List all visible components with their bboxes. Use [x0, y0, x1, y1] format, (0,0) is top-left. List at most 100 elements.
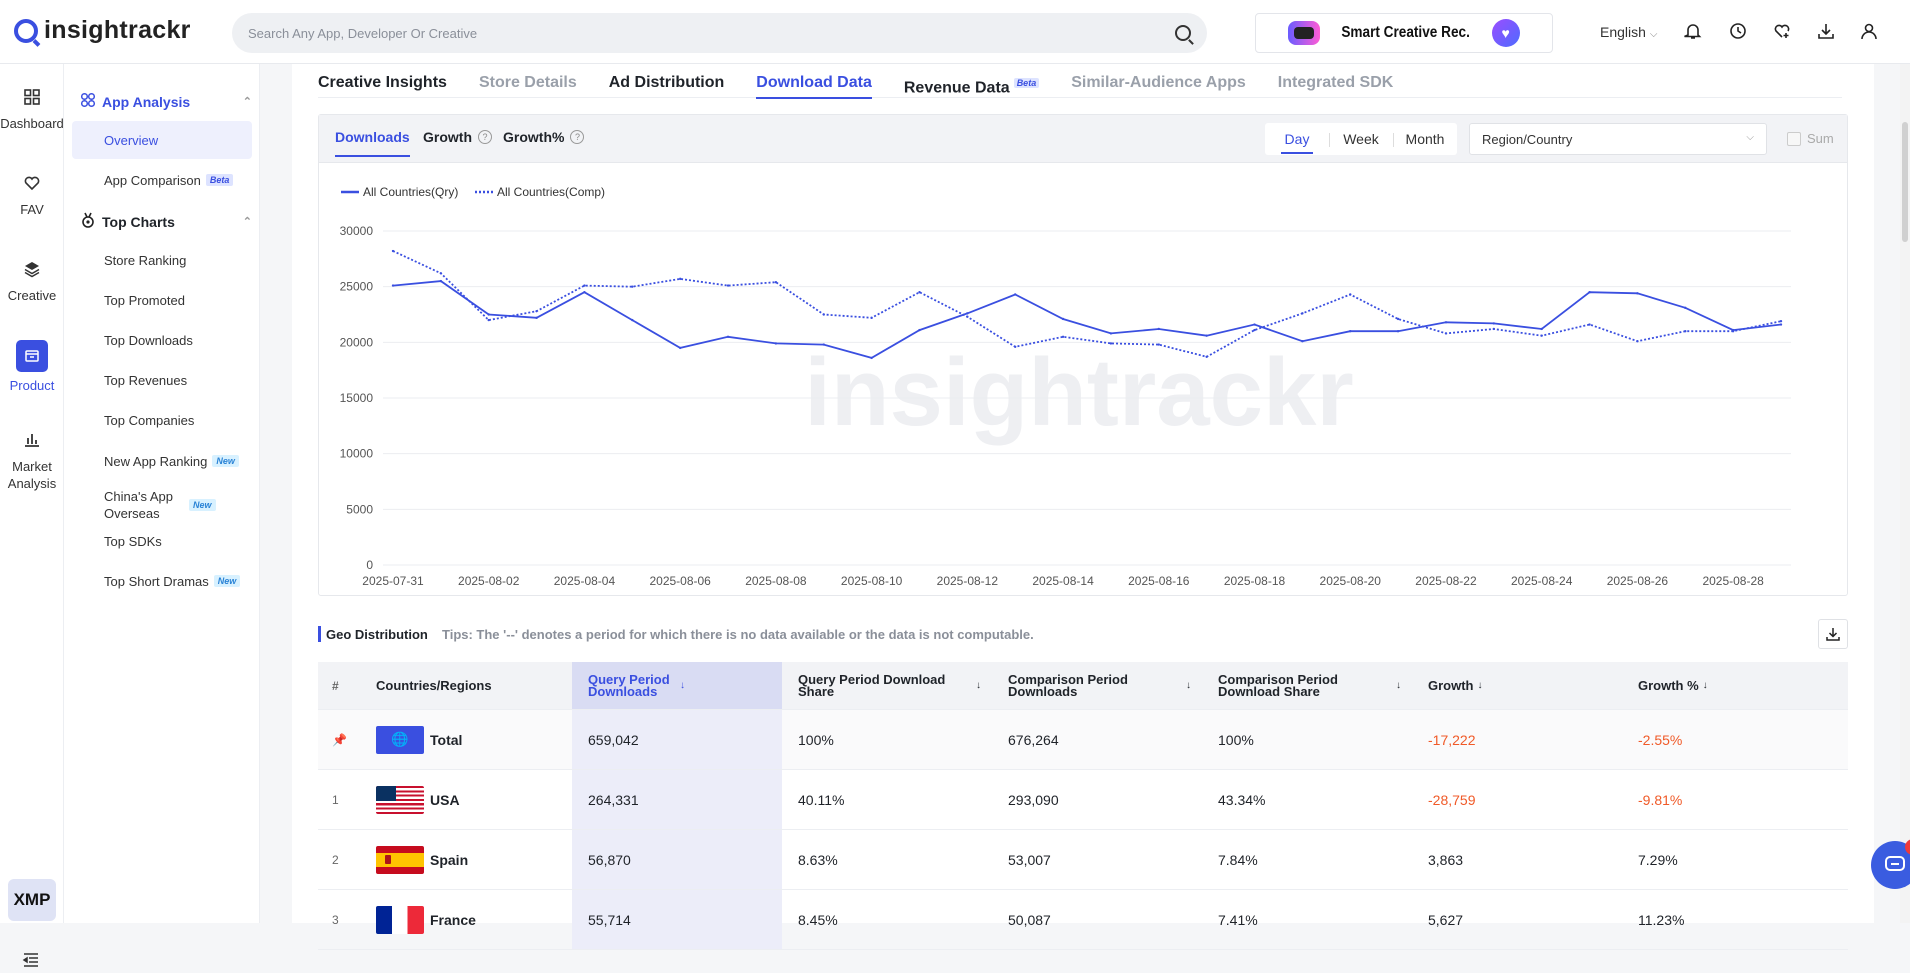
cell-growth: 3,863: [1428, 851, 1464, 868]
rail-fav[interactable]: FAV: [0, 170, 64, 217]
help-icon[interactable]: ?: [570, 130, 585, 144]
x-tick-label: 2025-08-10: [841, 574, 903, 588]
product-icon: [16, 340, 48, 372]
medal-icon: [80, 212, 96, 231]
bell-icon[interactable]: [1682, 20, 1704, 42]
smart-creative-rec-button[interactable]: Smart Creative Rec. ♥: [1255, 13, 1553, 53]
rail-dashboard[interactable]: Dashboard: [0, 84, 64, 131]
sum-checkbox[interactable]: Sum: [1787, 131, 1834, 146]
sort-icon[interactable]: ↓: [1703, 680, 1708, 692]
chart-tab-growth[interactable]: Growth?: [423, 129, 492, 145]
data-point-query: [966, 312, 969, 315]
chart-tab-growth-pct[interactable]: Growth%?: [503, 129, 585, 145]
cell-query-downloads: 56,870: [572, 830, 782, 889]
country-name: France: [430, 911, 476, 928]
help-icon[interactable]: ?: [478, 130, 492, 144]
sort-icon[interactable]: ↓: [1478, 680, 1483, 692]
beta-badge: Beta: [205, 174, 234, 186]
data-point-query: [822, 343, 825, 346]
period-day-button[interactable]: Day: [1265, 131, 1329, 154]
table-row[interactable]: 2 Spain 56,870 8.63% 53,007 7.84% 3,863 7.29%: [318, 830, 1848, 890]
nav-item-new-app-ranking[interactable]: New App Ranking New: [72, 442, 252, 480]
x-tick-label: 2025-08-04: [554, 574, 616, 588]
tab-similar-audience-apps[interactable]: Similar-Audience Apps: [1071, 64, 1246, 98]
nav-group-app-analysis[interactable]: App Analysis ⌃: [80, 92, 252, 111]
tab-download-data[interactable]: Download Data: [756, 64, 872, 99]
col-header-query-downloads[interactable]: Query Period Downloads ↓: [572, 662, 782, 709]
data-point-comparison: [1157, 343, 1160, 346]
table-row[interactable]: 📌 🌐 Total 659,042 100% 676,264 100% -17,222 -2.5…: [318, 710, 1848, 770]
period-week-button[interactable]: Week: [1329, 131, 1393, 147]
sort-icon[interactable]: ↓: [680, 680, 685, 692]
tab-revenue-data[interactable]: Revenue Data Beta: [904, 64, 1040, 98]
user-icon[interactable]: [1858, 20, 1880, 42]
y-tick-label: 25000: [340, 280, 374, 294]
nav-item-top-companies[interactable]: Top Companies: [72, 401, 252, 439]
data-point-comparison: [918, 291, 921, 294]
col-header-growth-pct[interactable]: Growth % ↓: [1622, 662, 1832, 709]
collapse-menu-icon[interactable]: [22, 952, 40, 973]
col-header-comp-downloads[interactable]: Comparison Period Downloads ↓: [992, 662, 1202, 709]
history-icon[interactable]: [1727, 20, 1749, 42]
rail-market-analysis[interactable]: Market Analysis: [0, 426, 64, 492]
nav-item-label: Top Revenues: [104, 372, 188, 388]
tab-creative-insights[interactable]: Creative Insights: [318, 64, 447, 98]
table-row[interactable]: 3 France 55,714 8.45% 50,087 7.41% 5,627 11.23%: [318, 890, 1848, 950]
cell-growth-pct: 7.29%: [1638, 851, 1678, 868]
data-point-query: [870, 356, 873, 360]
nav-item-label: Store Ranking: [104, 252, 187, 268]
rail-product[interactable]: Product: [0, 340, 64, 393]
col-header-label: Query Period Downloads: [588, 671, 670, 699]
chat-support-button[interactable]: 3: [1871, 839, 1910, 889]
row-rank: 3: [332, 890, 362, 949]
cell-comp-downloads: 676,264: [1008, 731, 1059, 748]
logo[interactable]: insightrackr: [14, 16, 191, 45]
tab-ad-distribution[interactable]: Ad Distribution: [609, 64, 725, 98]
cell-comp-share: 7.41%: [1218, 911, 1258, 928]
section-marker: [318, 626, 321, 642]
nav-item-top-short-dramas[interactable]: Top Short Dramas New: [72, 562, 252, 600]
chart-tab-label: Downloads: [335, 129, 410, 145]
search-input[interactable]: Search Any App, Developer Or Creative: [248, 26, 1175, 41]
rail-creative[interactable]: Creative: [0, 256, 64, 303]
nav-item-top-promoted[interactable]: Top Promoted: [72, 281, 252, 319]
country-name: Total: [430, 731, 463, 748]
nav-item-app-comparison[interactable]: App Comparison Beta: [72, 161, 252, 199]
region-select[interactable]: Region/Country ⌵: [1469, 123, 1767, 155]
nav-item-store-ranking[interactable]: Store Ranking: [72, 241, 252, 279]
download-icon[interactable]: [1815, 20, 1837, 42]
sort-icon[interactable]: ↓: [976, 680, 981, 692]
nav-item-top-downloads[interactable]: Top Downloads: [72, 321, 252, 359]
xmp-badge[interactable]: XMP: [8, 879, 56, 921]
nav-item-top-sdks[interactable]: Top SDKs: [72, 522, 252, 560]
bar-chart-icon: [19, 426, 45, 452]
search-bar[interactable]: Search Any App, Developer Or Creative: [232, 13, 1207, 53]
search-icon[interactable]: [1175, 25, 1191, 41]
cell-comp-downloads: 53,007: [1008, 851, 1051, 868]
scrollbar-thumb[interactable]: [1902, 122, 1908, 242]
language-select[interactable]: English ⌵: [1600, 24, 1658, 40]
period-month-button[interactable]: Month: [1393, 131, 1457, 147]
nav-item-label: Top Companies: [104, 412, 195, 428]
col-header-growth[interactable]: Growth ↓: [1412, 662, 1622, 709]
tab-store-details[interactable]: Store Details: [479, 64, 577, 98]
nav-item-overview[interactable]: Overview: [72, 121, 252, 159]
table-header-row: # Countries/Regions Query Period Downloa…: [318, 662, 1848, 710]
col-header-query-share[interactable]: Query Period Download Share ↓: [782, 662, 992, 709]
scrollbar[interactable]: [1900, 64, 1910, 923]
x-tick-label: 2025-07-31: [362, 574, 424, 588]
export-download-icon[interactable]: [1818, 619, 1848, 649]
col-header-comp-share[interactable]: Comparison Period Download Share ↓: [1202, 662, 1412, 709]
sort-icon[interactable]: ↓: [1396, 680, 1401, 692]
sort-icon[interactable]: ↓: [1186, 680, 1191, 692]
tab-integrated-sdk[interactable]: Integrated SDK: [1278, 64, 1394, 98]
data-point-query: [774, 342, 778, 345]
data-point-query: [1779, 323, 1783, 326]
nav-item-top-revenues[interactable]: Top Revenues: [72, 361, 252, 399]
nav-group-top-charts[interactable]: Top Charts ⌃: [80, 212, 252, 231]
logo-text: insightrackr: [44, 16, 191, 44]
table-row[interactable]: 1 USA 264,331 40.11% 293,090 43.34% -28,759 -9.…: [318, 770, 1848, 830]
chart-tab-downloads[interactable]: Downloads: [335, 129, 410, 157]
favorite-add-icon[interactable]: [1771, 20, 1793, 42]
usa-flag-icon: [376, 785, 424, 814]
